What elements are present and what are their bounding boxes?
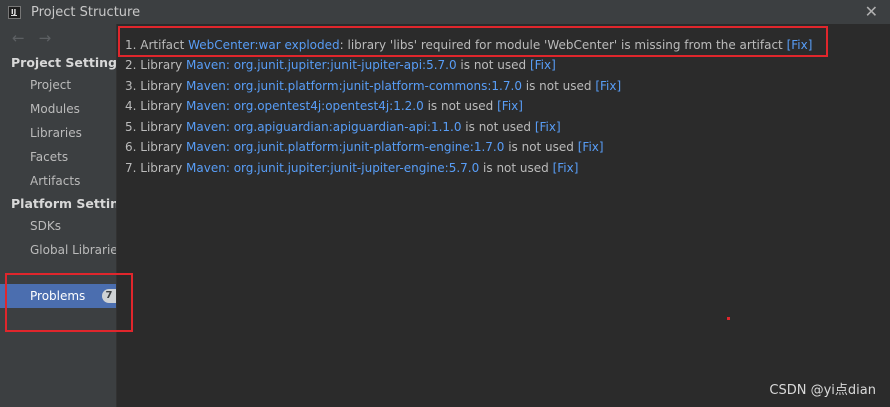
fix-link[interactable]: [Fix]	[530, 58, 556, 72]
problem-item: 6. Library Maven: org.junit.platform:jun…	[125, 137, 604, 157]
problem-link[interactable]: Maven: org.opentest4j:opentest4j:1.2.0	[186, 99, 424, 113]
fix-link[interactable]: [Fix]	[535, 120, 561, 134]
problem-message: is not used	[423, 99, 498, 113]
problem-message: is not used	[504, 140, 578, 154]
fix-link[interactable]: [Fix]	[595, 79, 621, 93]
sidebar-item-sdks[interactable]: SDKs	[0, 214, 116, 238]
close-icon[interactable]: ✕	[865, 2, 878, 21]
sidebar-item-global-libraries[interactable]: Global Libraries	[0, 238, 116, 262]
watermark: CSDN @yi点dian	[769, 383, 876, 398]
problems-count-badge: 7	[102, 289, 116, 303]
fix-link[interactable]: [Fix]	[578, 140, 604, 154]
problems-panel: 1. Artifact WebCenter:war exploded: libr…	[118, 24, 890, 407]
project-settings-header: Project Settings	[11, 55, 116, 70]
problem-link[interactable]: Maven: org.junit.jupiter:junit-jupiter-a…	[186, 58, 457, 72]
problem-message: is not used	[461, 120, 535, 134]
title-bar: IJ Project Structure ✕	[0, 0, 890, 24]
problem-prefix: 2. Library	[125, 58, 187, 72]
sidebar-item-artifacts[interactable]: Artifacts	[0, 169, 116, 193]
sidebar-item-project[interactable]: Project	[0, 73, 116, 97]
fix-link[interactable]: [Fix]	[553, 161, 579, 175]
fix-link[interactable]: [Fix]	[787, 38, 813, 52]
intellij-app-icon: IJ	[8, 5, 21, 19]
fix-link[interactable]: [Fix]	[497, 99, 523, 113]
problem-message: is not used	[456, 58, 530, 72]
problem-prefix: 7. Library	[125, 161, 187, 175]
sidebar-item-problems[interactable]: Problems 7	[0, 284, 116, 308]
problem-link[interactable]: WebCenter:war exploded	[188, 38, 339, 52]
platform-settings-header: Platform Settings	[11, 196, 116, 211]
problem-link[interactable]: Maven: org.junit.platform:junit-platform…	[186, 79, 522, 93]
window-title: Project Structure	[31, 4, 141, 20]
problem-link[interactable]: Maven: org.junit.platform:junit-platform…	[186, 140, 504, 154]
problem-link[interactable]: Maven: org.apiguardian:apiguardian-api:1…	[186, 120, 461, 134]
problem-item: 3. Library Maven: org.junit.platform:jun…	[125, 76, 621, 96]
problem-link[interactable]: Maven: org.junit.jupiter:junit-jupiter-e…	[186, 161, 479, 175]
problem-message: : library 'libs' required for module 'We…	[339, 38, 787, 52]
problem-item: 5. Library Maven: org.apiguardian:apigua…	[125, 117, 561, 137]
problem-item: 2. Library Maven: org.junit.jupiter:juni…	[125, 55, 556, 75]
annotation-dot	[727, 317, 730, 320]
forward-arrow-icon[interactable]: →	[39, 29, 52, 47]
problem-item: 4. Library Maven: org.opentest4j:opentes…	[125, 96, 523, 116]
problem-prefix: 5. Library	[125, 120, 187, 134]
problem-message: is not used	[521, 79, 596, 93]
problem-prefix: 3. Library	[125, 79, 187, 93]
problem-prefix: 4. Library	[125, 99, 187, 113]
back-arrow-icon[interactable]: ←	[12, 29, 25, 47]
sidebar-item-libraries[interactable]: Libraries	[0, 121, 116, 145]
problem-item: 7. Library Maven: org.junit.jupiter:juni…	[125, 158, 578, 178]
sidebar: ← → Project Settings Project Modules Lib…	[0, 24, 117, 407]
problem-prefix: 1. Artifact	[125, 38, 189, 52]
problem-item: 1. Artifact WebCenter:war exploded: libr…	[125, 35, 812, 55]
problem-message: is not used	[479, 161, 553, 175]
sidebar-item-problems-label: Problems	[30, 289, 86, 303]
problem-prefix: 6. Library	[125, 140, 187, 154]
sidebar-item-modules[interactable]: Modules	[0, 97, 116, 121]
navigation-arrows: ← →	[0, 24, 116, 52]
sidebar-item-facets[interactable]: Facets	[0, 145, 116, 169]
